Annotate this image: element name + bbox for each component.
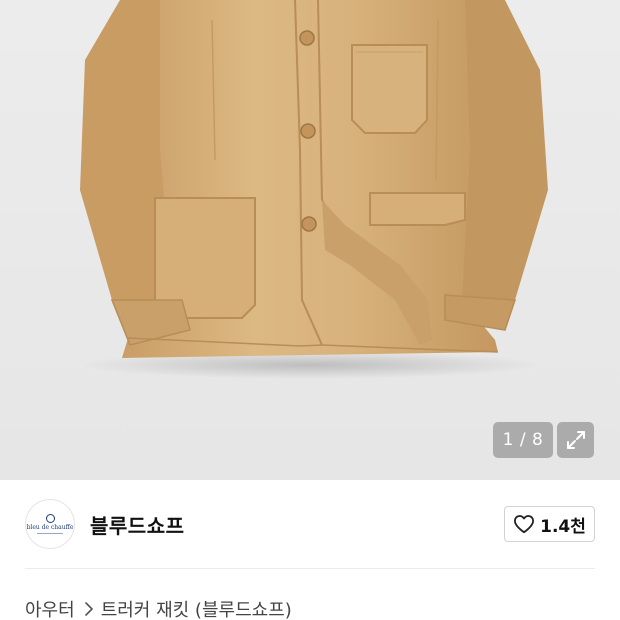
like-button[interactable]: 1.4천 <box>504 506 595 542</box>
logo-underline <box>37 533 63 534</box>
shop-logo[interactable]: bleu de chauffe <box>25 499 75 549</box>
breadcrumb-category[interactable]: 아우터 <box>25 596 75 620</box>
logo-text: bleu de chauffe <box>26 524 74 531</box>
shop-name[interactable]: 블루드쇼프 <box>90 510 185 539</box>
expand-arrows-icon <box>566 431 585 449</box>
like-count: 1.4천 <box>540 516 586 537</box>
expand-button[interactable] <box>557 422 594 458</box>
shop-row: bleu de chauffe 블루드쇼프 1.4천 <box>0 480 620 568</box>
chevron-right-icon <box>84 602 93 616</box>
divider <box>25 568 595 569</box>
heart-outline-icon <box>514 515 535 534</box>
product-gallery[interactable]: 1 / 8 <box>0 0 620 480</box>
image-counter: 1 / 8 <box>493 422 553 458</box>
breadcrumb: 아우터 트러커 재킷 (블루드쇼프) <box>25 596 292 620</box>
breadcrumb-product[interactable]: 트러커 재킷 (블루드쇼프) <box>101 596 292 620</box>
logo-mark <box>45 514 55 523</box>
product-image <box>80 0 548 379</box>
